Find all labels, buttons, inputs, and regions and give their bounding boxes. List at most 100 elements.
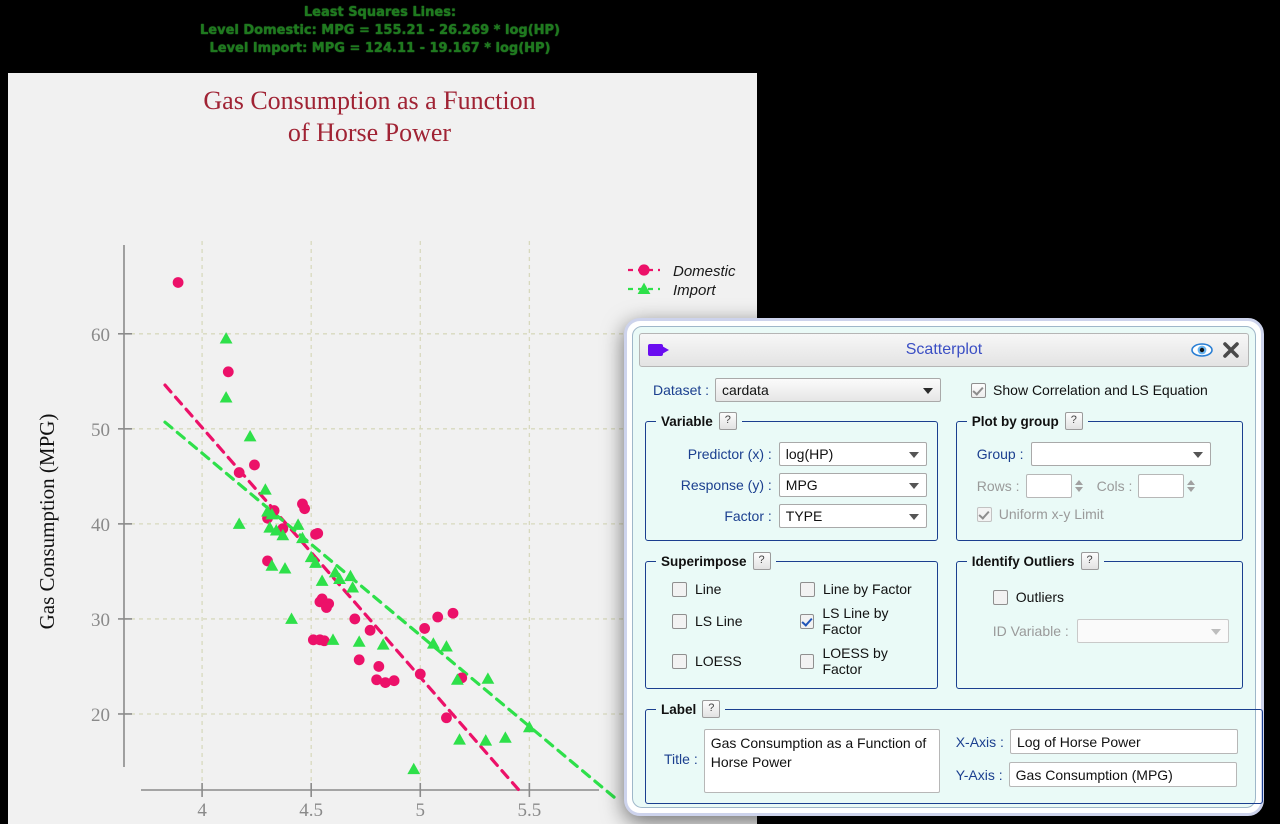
predictor-select[interactable]: log(HP)	[778, 442, 927, 466]
data-point	[432, 611, 444, 623]
predictor-label: Predictor (x) :	[687, 446, 772, 462]
superimpose-checkbox[interactable]	[672, 581, 687, 597]
title-label: Title :	[664, 751, 698, 767]
outliers-checkbox[interactable]	[992, 589, 1008, 605]
chevron-down-icon	[908, 514, 919, 520]
x-tick-label: 4	[197, 800, 207, 821]
superimpose-item[interactable]: LS Line by Factor	[800, 605, 927, 637]
data-point	[441, 712, 452, 724]
data-point	[407, 762, 421, 775]
data-point	[349, 613, 361, 625]
close-icon[interactable]	[1222, 341, 1240, 359]
ls-line-import: Level Import: MPG = 124.11 - 19.167 * lo…	[209, 41, 551, 56]
variable-legend-text: Variable	[661, 413, 713, 429]
y-tick-label: 50	[91, 420, 110, 441]
group-select[interactable]	[1031, 442, 1212, 466]
y-tick-label: 20	[91, 705, 110, 726]
predictor-value: log(HP)	[785, 446, 834, 462]
superimpose-label: LOESS by Factor	[822, 645, 888, 677]
variable-help-icon[interactable]: ?	[718, 412, 737, 430]
y-axis-input[interactable]: Gas Consumption (MPG)	[1008, 762, 1237, 787]
superimpose-checkbox[interactable]	[800, 613, 815, 629]
legend-marker	[638, 264, 650, 276]
plot-by-group-legend: Plot by group ?	[967, 412, 1088, 430]
label-legend-text: Label	[661, 701, 697, 717]
superimpose-checkbox[interactable]	[800, 653, 815, 669]
superimpose-item[interactable]: Line by Factor	[800, 581, 927, 597]
response-label: Response (y) :	[680, 477, 772, 493]
data-point	[232, 517, 246, 529]
superimpose-label: LOESS	[695, 653, 742, 669]
identify-outliers-legend-text: Identify Outliers	[971, 553, 1075, 569]
regression-line	[163, 383, 523, 794]
rows-input[interactable]	[1025, 474, 1072, 498]
x-axis-input[interactable]: Log of Horse Power	[1009, 729, 1238, 754]
y-tick-label: 60	[91, 325, 110, 346]
dialog-title: Scatterplot	[905, 341, 983, 358]
least-squares-banner: Least Squares Lines: Level Domestic: MPG…	[0, 0, 760, 73]
data-point	[440, 640, 453, 652]
show-correlation-checkbox[interactable]	[971, 382, 987, 398]
factor-select[interactable]: TYPE	[778, 504, 927, 528]
data-point	[233, 467, 245, 478]
data-point	[310, 528, 321, 540]
superimpose-checkbox[interactable]	[672, 653, 687, 669]
superimpose-label: Line by Factor	[823, 581, 912, 597]
plot-by-group-help-icon[interactable]: ?	[1064, 412, 1083, 430]
label-help-icon[interactable]: ?	[702, 700, 721, 718]
data-point	[388, 675, 400, 687]
data-point	[249, 459, 260, 471]
dialog-titlebar[interactable]: Scatterplot	[639, 333, 1249, 367]
eye-icon[interactable]	[1191, 342, 1213, 358]
uniform-limit-label: Uniform x-y Limit	[998, 506, 1104, 522]
factor-value: TYPE	[785, 508, 823, 524]
data-point	[352, 635, 366, 647]
data-point	[373, 661, 385, 672]
x-axis-label: X-Axis :	[955, 733, 1004, 750]
label-legend: Label ?	[656, 700, 725, 718]
y-axis-label: Y-Axis :	[955, 766, 1003, 783]
y-tick-label: 40	[91, 515, 110, 536]
uniform-limit-checkbox[interactable]	[976, 506, 992, 522]
data-point	[219, 391, 233, 403]
response-select[interactable]: MPG	[778, 473, 927, 497]
legend-label: Domestic	[673, 263, 736, 280]
outliers-label: Outliers	[1015, 589, 1065, 605]
dataset-value: cardata	[722, 382, 769, 398]
superimpose-help-icon[interactable]: ?	[752, 552, 771, 570]
data-point	[258, 483, 272, 495]
chevron-down-icon	[908, 483, 919, 489]
data-point	[278, 562, 292, 574]
data-point	[414, 668, 426, 680]
superimpose-checkbox[interactable]	[672, 613, 687, 629]
identify-outliers-group: Identify Outliers ? Outliers ID Variable…	[955, 552, 1243, 689]
scatterplot-dialog[interactable]: Scatterplot Dataset : cardata Show Corre…	[632, 326, 1263, 808]
cols-stepper[interactable]	[1187, 479, 1196, 493]
identify-outliers-help-icon[interactable]: ?	[1080, 552, 1099, 570]
superimpose-item[interactable]: LOESS	[672, 645, 800, 677]
superimpose-item[interactable]: LOESS by Factor	[800, 645, 927, 677]
data-point	[344, 569, 357, 582]
plot-by-group-legend-text: Plot by group	[971, 413, 1059, 429]
superimpose-item[interactable]: Line	[672, 581, 800, 597]
data-point	[222, 366, 234, 378]
data-point	[285, 612, 298, 624]
superimpose-group: Superimpose ? Line Line by Factor LS Line L…	[645, 552, 938, 689]
rows-stepper[interactable]	[1074, 479, 1083, 493]
cols-input[interactable]	[1138, 474, 1185, 498]
title-input[interactable]: Gas Consumption as a Function of Horse P…	[703, 729, 940, 793]
chevron-down-icon	[908, 452, 919, 458]
identify-outliers-legend: Identify Outliers ?	[967, 552, 1104, 570]
cols-label: Cols :	[1096, 478, 1133, 494]
id-variable-select[interactable]	[1076, 619, 1229, 643]
chevron-down-icon	[923, 388, 934, 394]
chevron-down-icon	[1193, 452, 1204, 458]
superimpose-checkbox[interactable]	[800, 581, 815, 597]
data-point	[243, 430, 257, 442]
superimpose-label: LS Line by Factor	[822, 605, 889, 637]
ls-line-domestic: Level Domestic: MPG = 155.21 - 26.269 * …	[200, 23, 560, 38]
superimpose-item[interactable]: LS Line	[672, 605, 800, 637]
dataset-select[interactable]: cardata	[715, 378, 942, 402]
data-point	[353, 654, 365, 666]
legend-label: Import	[673, 282, 716, 299]
